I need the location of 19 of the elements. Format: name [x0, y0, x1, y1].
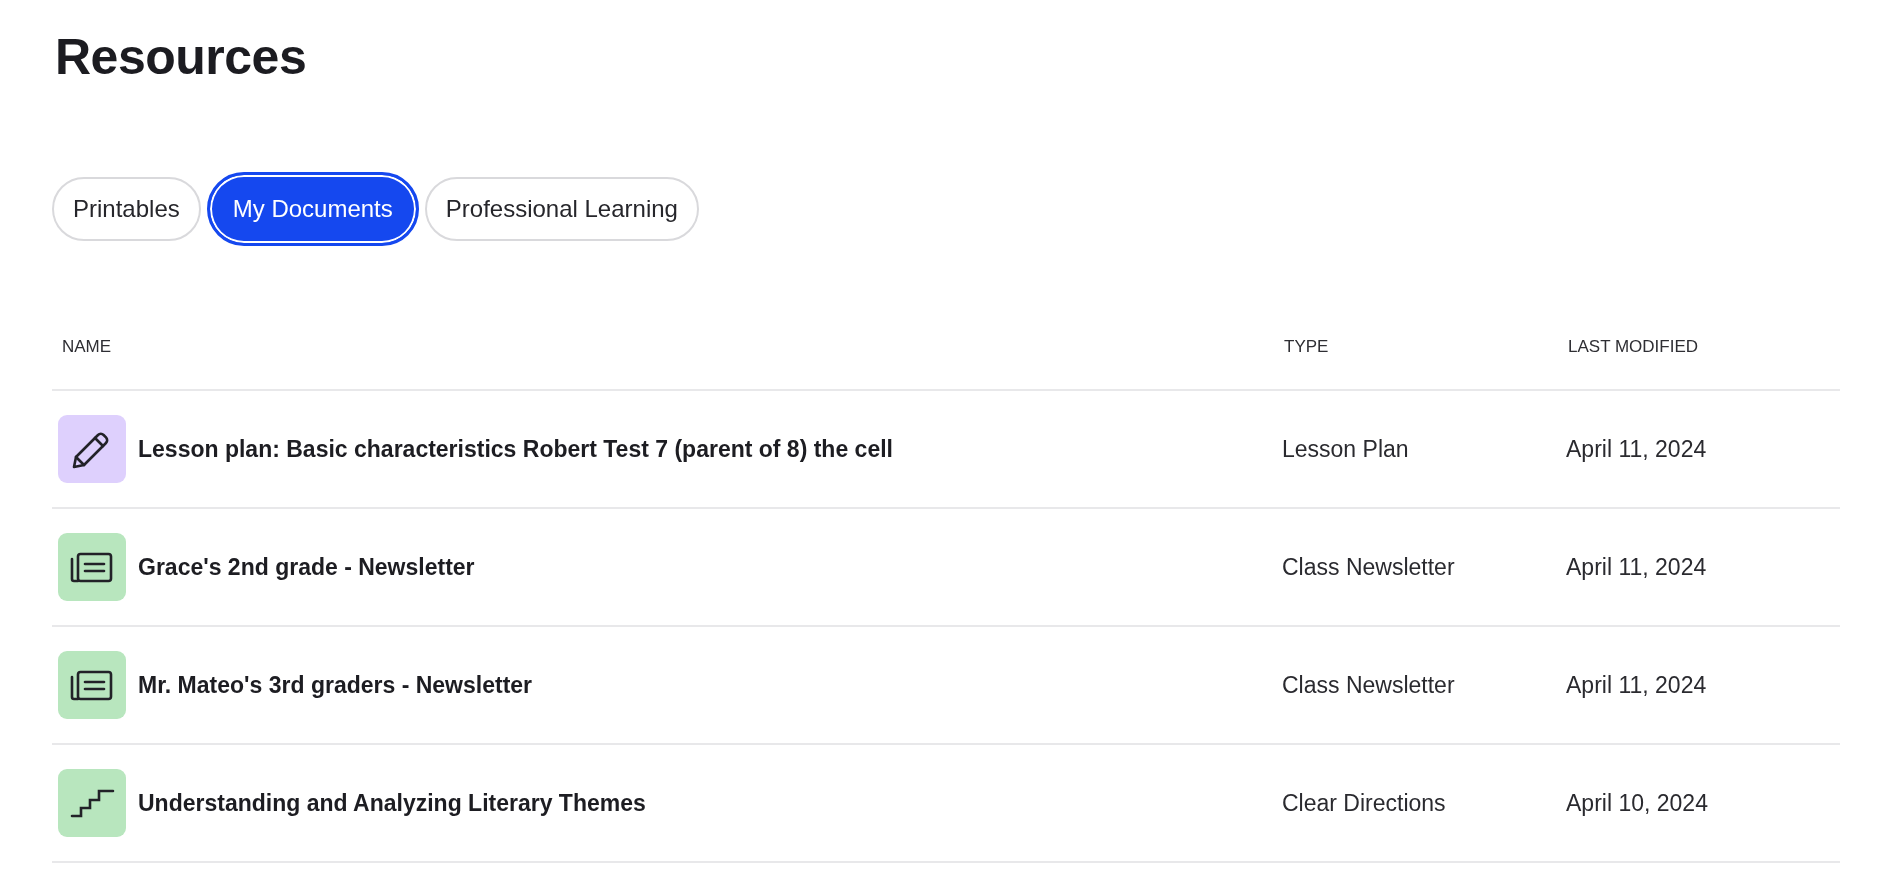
modified-date: April 10, 2024 [1566, 789, 1708, 817]
document-type: Class Newsletter [1282, 553, 1455, 581]
tab[interactable]: My Documents [206, 172, 419, 246]
document-type: Clear Directions [1282, 789, 1446, 817]
document-type: Lesson Plan [1282, 435, 1409, 463]
modified-date: April 11, 2024 [1566, 671, 1707, 699]
document-name[interactable]: Understanding and Analyzing Literary Themes [138, 789, 646, 817]
document-name[interactable]: Lesson plan: Basic characteristics Robert Test 7 (parent of 8) the cell [138, 435, 893, 463]
document-type: Class Newsletter [1282, 671, 1455, 699]
document-name[interactable]: Grace's 2nd grade - Newsletter [138, 553, 475, 581]
modified-date: April 11, 2024 [1566, 435, 1707, 463]
modified-date: April 11, 2024 [1566, 553, 1707, 581]
column-header: TYPE [1284, 337, 1329, 356]
page-title: Resources [55, 28, 307, 87]
column-header: LAST MODIFIED [1568, 337, 1699, 356]
tab[interactable]: Professional Learning [424, 177, 699, 241]
tab[interactable]: Printables [52, 177, 201, 241]
column-header: NAME [62, 337, 112, 356]
document-name[interactable]: Mr. Mateo's 3rd graders - Newsletter [138, 671, 533, 699]
